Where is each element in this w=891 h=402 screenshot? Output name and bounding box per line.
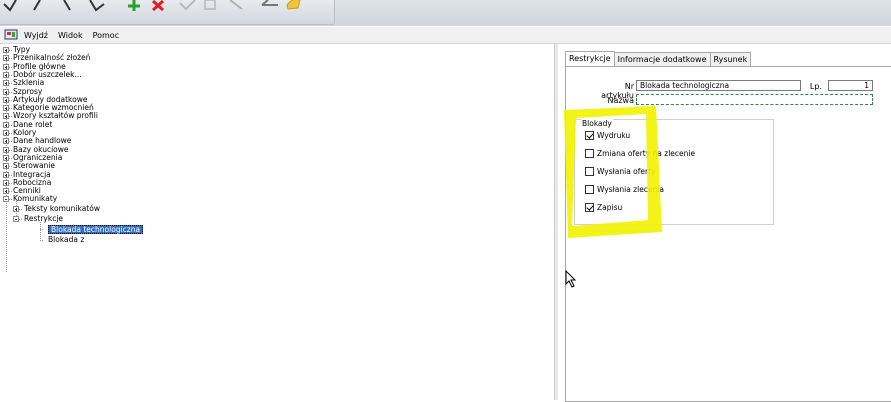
tree-connector: [9, 199, 12, 201]
next-record-icon[interactable]: [63, 0, 71, 11]
tab-page-restrictions: Nr artykułu Lp. Nazwa Blokady Wydruku Zm…: [565, 66, 891, 402]
tree-connector: [9, 91, 12, 93]
tree-connector: [19, 208, 22, 210]
details-panel: Restrykcje Informacje dodatkowe Rysunek …: [558, 44, 891, 402]
blokady-groupbox: Blokady Wydruku Zmiana oferty na zleceni…: [574, 119, 774, 225]
tree-item-label: Blokada z: [48, 234, 85, 244]
tree-item-label: Sterowanie: [13, 161, 56, 171]
tree-connector: [9, 149, 12, 151]
toolbar: [0, 0, 891, 26]
confirm-icon[interactable]: [179, 0, 196, 11]
checkbox-label: Wysłania zlecenia: [597, 184, 664, 194]
tree-connector: [9, 157, 12, 159]
tree-line: [40, 222, 41, 241]
checkbox-row-zmiana-oferty[interactable]: Zmiana oferty na zlecenie: [585, 148, 695, 158]
tree-connector: [9, 133, 12, 134]
tree-connector: [9, 99, 12, 101]
tab-bar: Restrykcje Informacje dodatkowe Rysunek: [565, 51, 752, 66]
tree-connector: [40, 229, 43, 231]
tree-connector: [9, 116, 12, 118]
checkbox-row-zapisu[interactable]: Zapisu: [585, 202, 622, 212]
tree-connector: [9, 182, 12, 184]
cancel-icon[interactable]: [204, 0, 216, 10]
menu-item-view[interactable]: Widok: [58, 31, 83, 40]
delete-icon[interactable]: [151, 0, 165, 12]
tree-connector: [40, 239, 43, 241]
tab-additional-info[interactable]: Informacje dodatkowe: [613, 52, 711, 66]
tree-connector: [9, 108, 12, 110]
tree-connector: [9, 166, 12, 168]
name-input[interactable]: [636, 94, 873, 105]
mouse-cursor-icon: [565, 270, 577, 288]
checkbox-label: Zmiana oferty na zlecenie: [597, 148, 696, 158]
tree-item-label: Teksty komunikatów: [24, 203, 100, 213]
tree-item-label: Restrykcje: [24, 214, 64, 223]
checkbox-row-wyslania-oferty[interactable]: Wysłania oferty: [585, 166, 655, 176]
tree-item-label: Szklenia: [13, 78, 45, 88]
tab-restrictions[interactable]: Restrykcje: [565, 51, 615, 66]
tree-connector: [9, 174, 12, 176]
checkbox-row-wyslania-zlecenia[interactable]: Wysłania zlecenia: [585, 184, 664, 194]
name-label: Nazwa: [607, 96, 634, 105]
search-icon[interactable]: [229, 0, 243, 10]
tree-item-label: Komunikaty: [13, 194, 58, 204]
menu-bar: Wyjdź Widok Pomoc: [0, 27, 891, 44]
checkbox-row-wydruku[interactable]: Wydruku: [585, 130, 630, 140]
checkbox-zapisu[interactable]: [585, 202, 594, 212]
checkbox-wyslania-oferty[interactable]: [585, 166, 594, 176]
first-record-icon[interactable]: [3, 0, 17, 12]
checkbox-label: Zapisu: [597, 202, 623, 212]
tree-connector: [9, 124, 12, 126]
article-number-input[interactable]: [636, 80, 801, 91]
app-menu-icon[interactable]: [4, 29, 18, 41]
checkbox-label: Wydruku: [597, 130, 631, 140]
tree-connector: [9, 66, 12, 68]
checkbox-zmiana-oferty[interactable]: [585, 148, 594, 158]
add-icon[interactable]: [128, 0, 140, 11]
checkbox-wyslania-zlecenia[interactable]: [585, 184, 594, 194]
toolbar-icons: [3, 0, 301, 12]
lp-label: Lp.: [809, 82, 822, 91]
tree-connector: [9, 191, 12, 193]
tree-connector: [9, 83, 12, 85]
last-record-icon[interactable]: [89, 0, 105, 12]
undo-icon[interactable]: [261, 0, 278, 6]
tree-connector: [9, 50, 12, 51]
lp-input[interactable]: [828, 80, 873, 91]
folder-icon[interactable]: [286, 0, 301, 10]
checkbox-wydruku[interactable]: [585, 130, 594, 140]
tree-connector: [9, 141, 12, 143]
blokady-title: Blokady: [581, 119, 613, 128]
menu-item-exit[interactable]: Wyjdź: [24, 31, 48, 40]
tree-item-label: Blokada technologiczna: [48, 225, 144, 235]
prev-record-icon[interactable]: [33, 0, 41, 11]
tree-connector: [9, 74, 12, 76]
tree-connector: [19, 219, 22, 220]
tab-drawing[interactable]: Rysunek: [709, 52, 752, 66]
checkbox-label: Wysłania oferty: [597, 166, 656, 176]
tree-view[interactable]: Typy Przenikalność złożeń Profile główne Do…: [2, 46, 550, 396]
menu-item-help[interactable]: Pomoc: [93, 31, 120, 40]
tree-connector: [9, 58, 12, 60]
